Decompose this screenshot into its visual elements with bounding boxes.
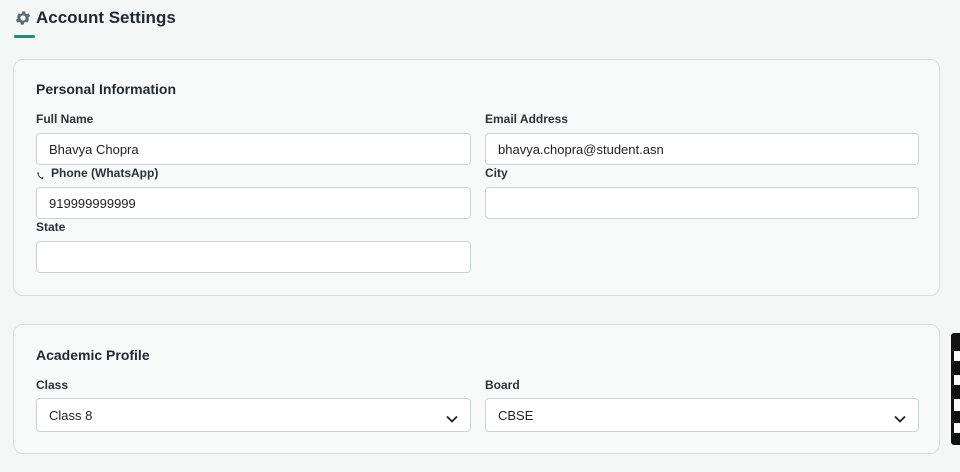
side-toolbar-item[interactable]	[954, 375, 960, 385]
personal-information-card: Personal Information Full Name Email Add…	[13, 59, 940, 296]
class-label: Class	[36, 378, 68, 392]
chevron-down-icon	[894, 411, 906, 423]
board-select[interactable]: CBSE	[485, 398, 919, 432]
page-title-row: Account Settings	[14, 8, 176, 28]
class-label-text: Class	[36, 378, 69, 392]
board-label: Board	[485, 378, 520, 392]
state-label-text: State	[36, 220, 66, 234]
personal-information-title: Personal Information	[36, 81, 177, 97]
class-select-value: Class 8	[49, 407, 93, 423]
city-input[interactable]	[485, 187, 919, 219]
page-header: Account Settings	[14, 8, 176, 38]
chevron-down-icon	[446, 411, 458, 423]
state-input[interactable]	[36, 241, 471, 273]
email-label-text: Email Address	[485, 112, 568, 126]
full-name-input[interactable]	[36, 133, 471, 165]
side-toolbar-item[interactable]	[954, 351, 960, 361]
full-name-label-text: Full Name	[36, 112, 94, 126]
phone-input[interactable]	[36, 187, 471, 219]
page-title: Account Settings	[36, 8, 176, 27]
full-name-label: Full Name	[36, 112, 93, 126]
gear-icon	[14, 9, 32, 27]
board-select-value: CBSE	[498, 407, 534, 423]
side-toolbar-widget[interactable]	[951, 333, 960, 445]
title-underline	[14, 35, 35, 38]
city-label-text: City	[485, 166, 508, 180]
side-toolbar-item[interactable]	[954, 423, 960, 433]
board-label-text: Board	[485, 378, 520, 392]
email-input[interactable]	[485, 133, 919, 165]
state-label: State	[36, 220, 65, 234]
city-label: City	[485, 166, 508, 180]
academic-profile-card: Academic Profile Class Class 8 Board CBS…	[13, 324, 940, 454]
email-label: Email Address	[485, 112, 568, 126]
phone-label: Phone (WhatsApp)	[36, 166, 158, 180]
phone-icon	[36, 169, 45, 179]
class-select[interactable]: Class 8	[36, 398, 471, 432]
academic-profile-title: Academic Profile	[36, 347, 150, 363]
phone-label-text: Phone (WhatsApp)	[51, 166, 159, 180]
side-toolbar-item[interactable]	[954, 399, 960, 411]
